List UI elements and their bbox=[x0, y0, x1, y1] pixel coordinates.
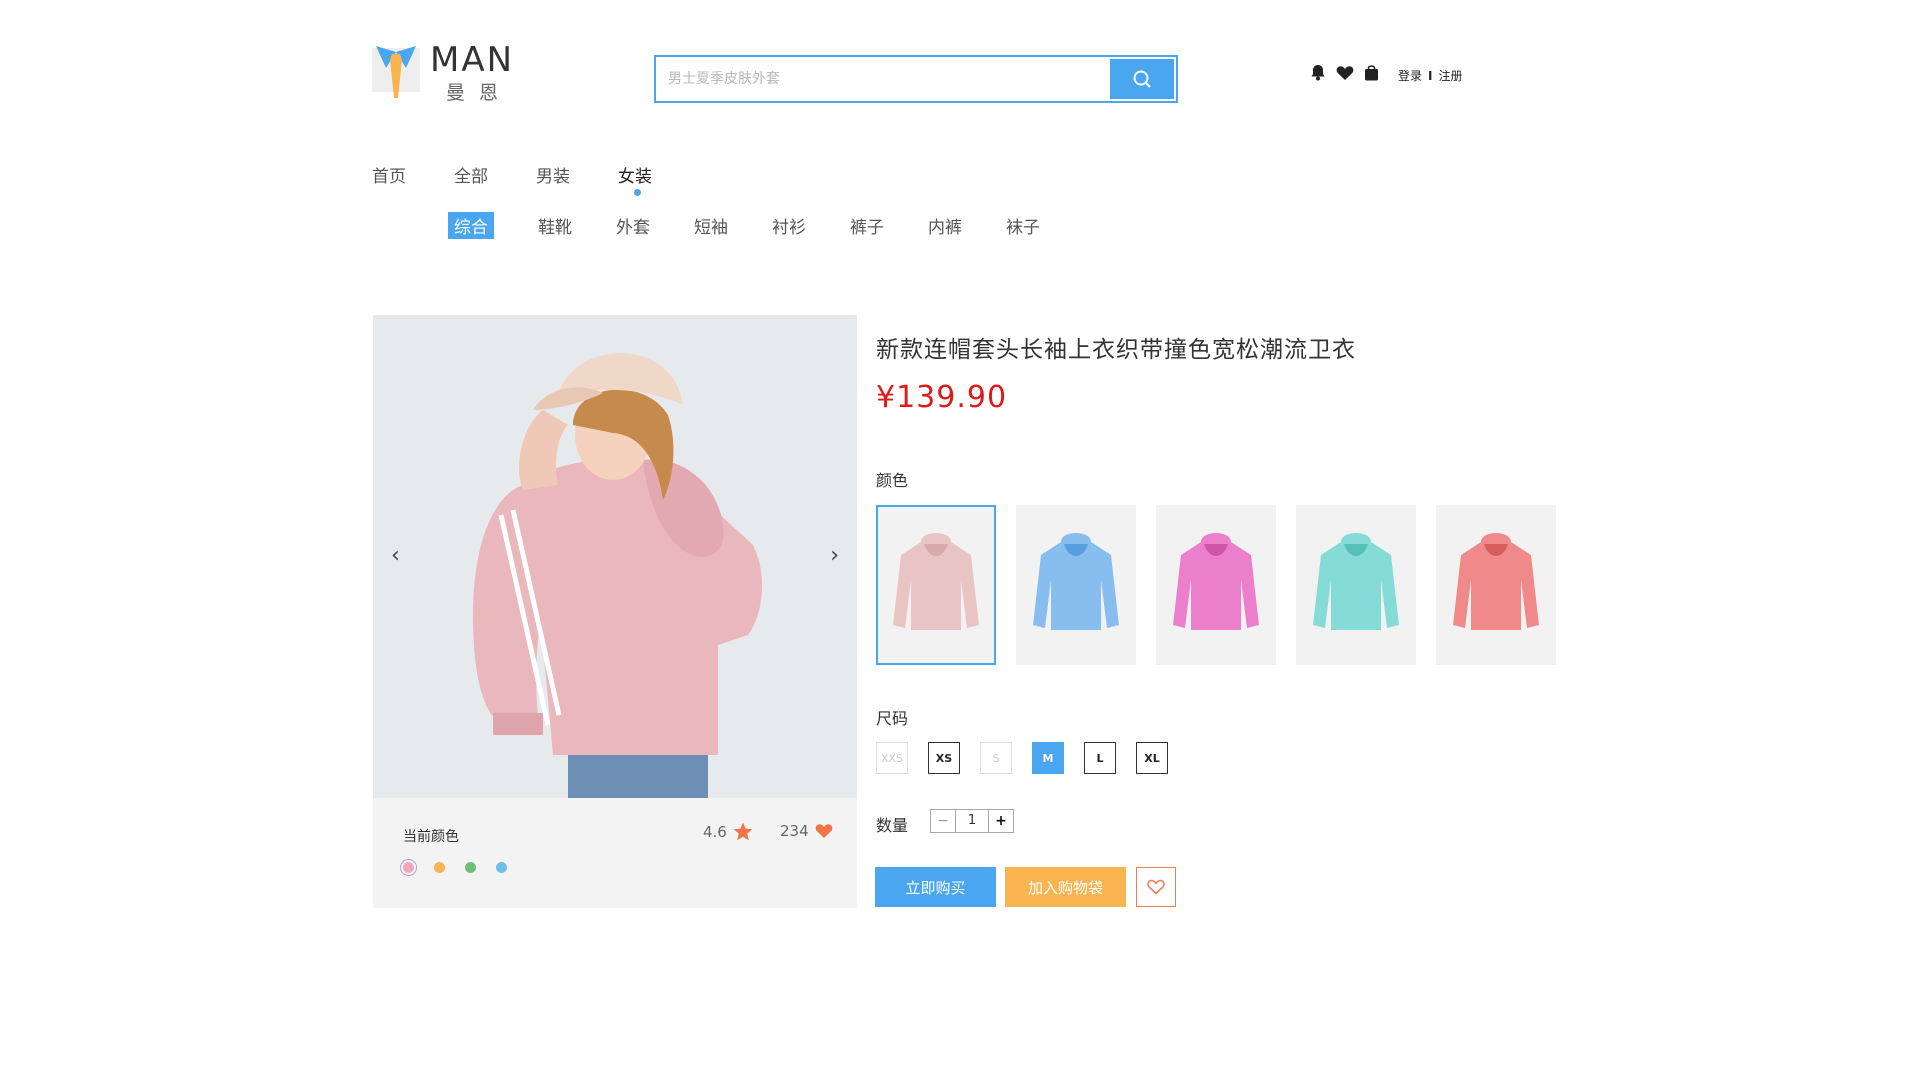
rating: 4.6 bbox=[703, 822, 753, 841]
color-label: 颜色 bbox=[876, 471, 909, 490]
auth-separator: I bbox=[1428, 68, 1433, 83]
bell-icon[interactable] bbox=[1310, 64, 1326, 81]
header-icons bbox=[1310, 64, 1379, 81]
subnav-item-coats[interactable]: 外套 bbox=[616, 213, 650, 238]
hoodie-thumbnail bbox=[1453, 533, 1539, 630]
size-xxs[interactable]: XXS bbox=[876, 742, 908, 774]
swatch-magenta[interactable] bbox=[1156, 505, 1276, 665]
hoodie-thumbnail bbox=[1313, 533, 1399, 630]
image-info-bar: 当前颜色 4.6 234 bbox=[373, 798, 857, 908]
rating-value: 4.6 bbox=[703, 822, 727, 841]
add-to-bag-button[interactable]: 加入购物袋 bbox=[1005, 867, 1126, 907]
register-link[interactable]: 注册 bbox=[1438, 67, 1462, 84]
hoodie-thumbnail bbox=[893, 533, 979, 630]
heart-outline-icon bbox=[1147, 879, 1165, 895]
nav-item-women-label: 女装 bbox=[618, 167, 652, 187]
likes: 234 bbox=[780, 822, 833, 840]
search-button[interactable] bbox=[1110, 59, 1174, 99]
size-options: XXS XS S M L XL bbox=[876, 742, 1168, 774]
sub-nav: 综合 鞋靴 外套 短袖 衬衫 裤子 内裤 袜子 bbox=[448, 212, 1084, 239]
quantity-minus-button[interactable]: − bbox=[931, 810, 956, 832]
nav-item-men[interactable]: 男装 bbox=[536, 162, 618, 187]
color-dot-orange[interactable] bbox=[434, 862, 445, 873]
login-link[interactable]: 登录 bbox=[1398, 67, 1422, 84]
shopping-bag-icon[interactable] bbox=[1364, 64, 1379, 81]
product-title: 新款连帽套头长袖上衣织带撞色宽松潮流卫衣 bbox=[876, 337, 1356, 363]
color-dots bbox=[403, 862, 507, 873]
search-bar bbox=[654, 55, 1178, 103]
subnav-item-socks[interactable]: 袜子 bbox=[1006, 213, 1040, 238]
buy-now-button[interactable]: 立即购买 bbox=[875, 867, 996, 907]
swatch-coral[interactable] bbox=[1436, 505, 1556, 665]
quantity-label: 数量 bbox=[876, 816, 909, 835]
quantity-plus-button[interactable]: + bbox=[988, 810, 1013, 832]
swatch-blue[interactable] bbox=[1016, 505, 1136, 665]
favorite-button[interactable] bbox=[1136, 867, 1176, 907]
color-dot-pink[interactable] bbox=[403, 862, 414, 873]
hoodie-thumbnail bbox=[1033, 533, 1119, 630]
size-l[interactable]: L bbox=[1084, 742, 1116, 774]
model-photo bbox=[373, 315, 857, 798]
quantity-stepper: − 1 + bbox=[930, 809, 1014, 833]
size-xs[interactable]: XS bbox=[928, 742, 960, 774]
subnav-item-pants[interactable]: 裤子 bbox=[850, 213, 884, 238]
swatch-pink[interactable] bbox=[876, 505, 996, 665]
star-icon bbox=[733, 822, 753, 841]
size-label: 尺码 bbox=[876, 709, 909, 728]
subnav-item-tshirts[interactable]: 短袖 bbox=[694, 213, 728, 238]
search-input[interactable] bbox=[656, 57, 1106, 101]
brand-subtitle: 曼恩 bbox=[446, 82, 513, 104]
nav-item-home[interactable]: 首页 bbox=[372, 162, 454, 187]
logo-icon[interactable] bbox=[372, 42, 420, 104]
swatch-mint[interactable] bbox=[1296, 505, 1416, 665]
hoodie-thumbnail bbox=[1173, 533, 1259, 630]
size-m[interactable]: M bbox=[1032, 742, 1064, 774]
color-dot-blue[interactable] bbox=[496, 862, 507, 873]
subnav-item-shoes[interactable]: 鞋靴 bbox=[538, 213, 572, 238]
auth-links: 登录 I 注册 bbox=[1398, 67, 1463, 84]
quantity-value[interactable]: 1 bbox=[956, 810, 988, 832]
color-swatches bbox=[876, 505, 1556, 665]
nav-item-all[interactable]: 全部 bbox=[454, 162, 536, 187]
heart-icon[interactable] bbox=[1336, 65, 1354, 81]
current-color-label: 当前颜色 bbox=[403, 829, 459, 845]
next-image-arrow[interactable]: › bbox=[830, 543, 839, 568]
subnav-item-overall[interactable]: 综合 bbox=[448, 212, 494, 239]
main-nav: 首页 全部 男装 女装 bbox=[372, 162, 700, 196]
heart-icon[interactable] bbox=[815, 823, 833, 839]
subnav-item-underwear[interactable]: 内裤 bbox=[928, 213, 962, 238]
product-price: ¥139.90 bbox=[876, 380, 1008, 415]
search-icon bbox=[1133, 70, 1151, 88]
prev-image-arrow[interactable]: ‹ bbox=[391, 543, 400, 568]
product-image: ‹ › bbox=[373, 315, 857, 798]
size-s[interactable]: S bbox=[980, 742, 1012, 774]
likes-count: 234 bbox=[780, 822, 809, 840]
nav-item-women[interactable]: 女装 bbox=[618, 162, 700, 196]
active-indicator bbox=[634, 189, 641, 196]
brand-name: MAN bbox=[430, 40, 515, 80]
color-dot-green[interactable] bbox=[465, 862, 476, 873]
size-xl[interactable]: XL bbox=[1136, 742, 1168, 774]
subnav-item-shirts[interactable]: 衬衫 bbox=[772, 213, 806, 238]
